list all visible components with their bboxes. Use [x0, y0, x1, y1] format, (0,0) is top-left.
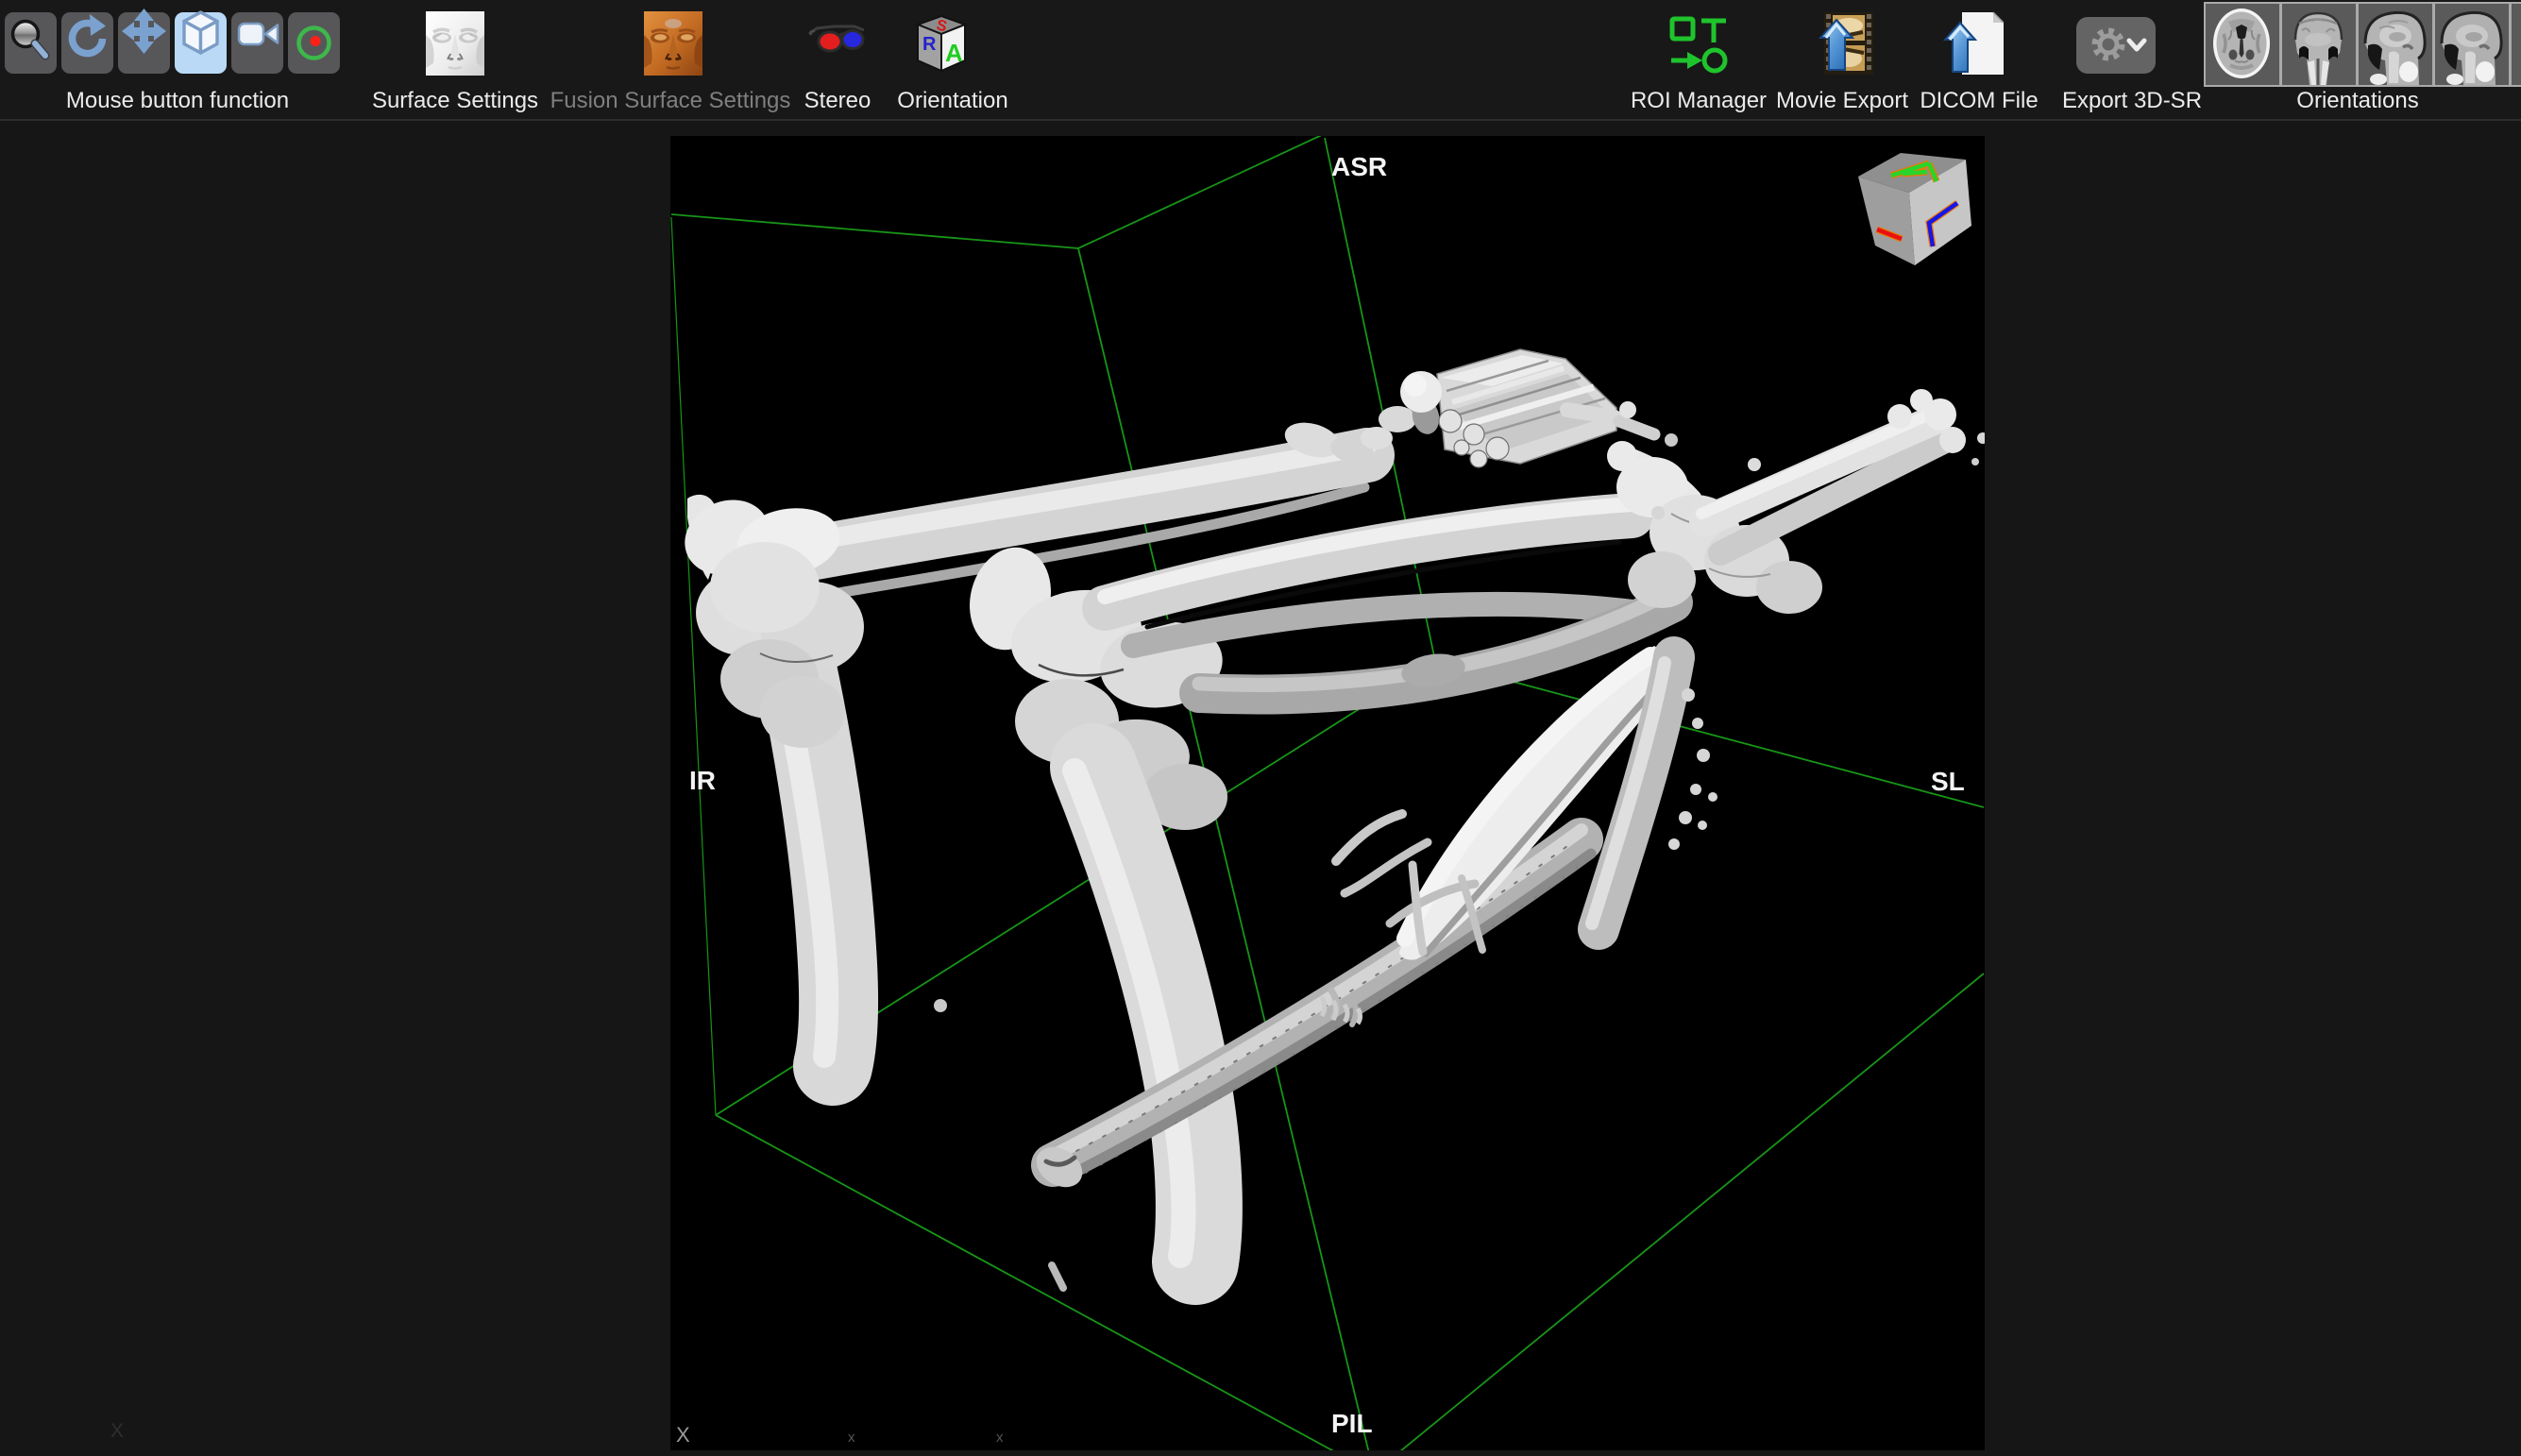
svg-text:PIL: PIL: [1331, 1409, 1373, 1438]
svg-text:x: x: [848, 1430, 855, 1446]
svg-text:A: A: [945, 39, 963, 67]
svg-text:R: R: [922, 34, 937, 55]
svg-text:x: x: [996, 1430, 1004, 1446]
svg-text:SL: SL: [1931, 767, 1965, 796]
svg-text:IR: IR: [689, 766, 716, 795]
svg-text:X: X: [676, 1423, 690, 1447]
svg-text:ASR: ASR: [1331, 152, 1387, 181]
